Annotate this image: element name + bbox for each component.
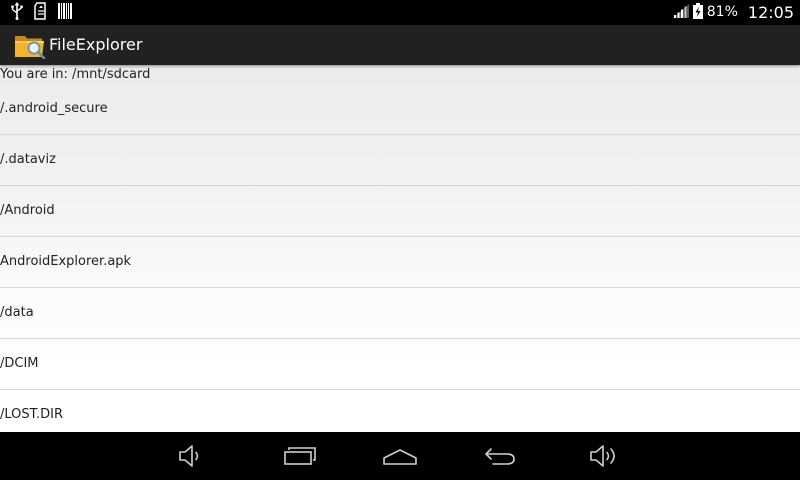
current-path-label: You are in: /mnt/sdcard <box>0 67 151 82</box>
list-item[interactable]: /data <box>0 288 800 339</box>
file-list[interactable]: /.android_secure /.dataviz /Android Andr… <box>0 84 800 432</box>
recent-apps-icon[interactable] <box>280 440 320 472</box>
list-item[interactable]: /.dataviz <box>0 135 800 186</box>
file-name: /.dataviz <box>0 152 56 167</box>
home-icon[interactable] <box>380 440 420 472</box>
action-bar: FileExplorer <box>0 25 800 65</box>
battery-percent: 81% <box>706 4 738 20</box>
volume-down-icon[interactable] <box>172 440 212 472</box>
file-name: /LOST.DIR <box>0 407 64 422</box>
screen: 81% 12:05 FileExplorer You are in: /mnt/… <box>0 0 800 480</box>
barcode-icon <box>58 2 72 23</box>
volume-up-icon[interactable] <box>586 440 626 472</box>
navigation-bar <box>0 432 800 480</box>
back-icon[interactable] <box>480 440 520 472</box>
list-item[interactable]: /Android <box>0 186 800 237</box>
clock: 12:05 <box>747 3 794 22</box>
app-title: FileExplorer <box>49 35 143 54</box>
system-icons: 81% 12:05 <box>672 0 794 25</box>
list-item[interactable]: AndroidExplorer.apk <box>0 237 800 288</box>
list-item[interactable]: /.android_secure <box>0 84 800 135</box>
file-name: AndroidExplorer.apk <box>0 254 132 269</box>
list-item[interactable]: /DCIM <box>0 339 800 390</box>
battery-icon <box>692 2 703 23</box>
usb-icon <box>10 1 24 24</box>
signal-icon <box>672 3 689 22</box>
file-name: /data <box>0 305 34 320</box>
file-name: /DCIM <box>0 356 39 371</box>
notification-icons <box>10 1 72 24</box>
list-item[interactable]: /LOST.DIR <box>0 390 800 432</box>
file-name: /Android <box>0 203 55 218</box>
folder-search-icon[interactable] <box>14 33 46 60</box>
status-bar: 81% 12:05 <box>0 0 800 25</box>
file-name: /.android_secure <box>0 101 108 116</box>
sd-card-icon <box>34 1 48 24</box>
